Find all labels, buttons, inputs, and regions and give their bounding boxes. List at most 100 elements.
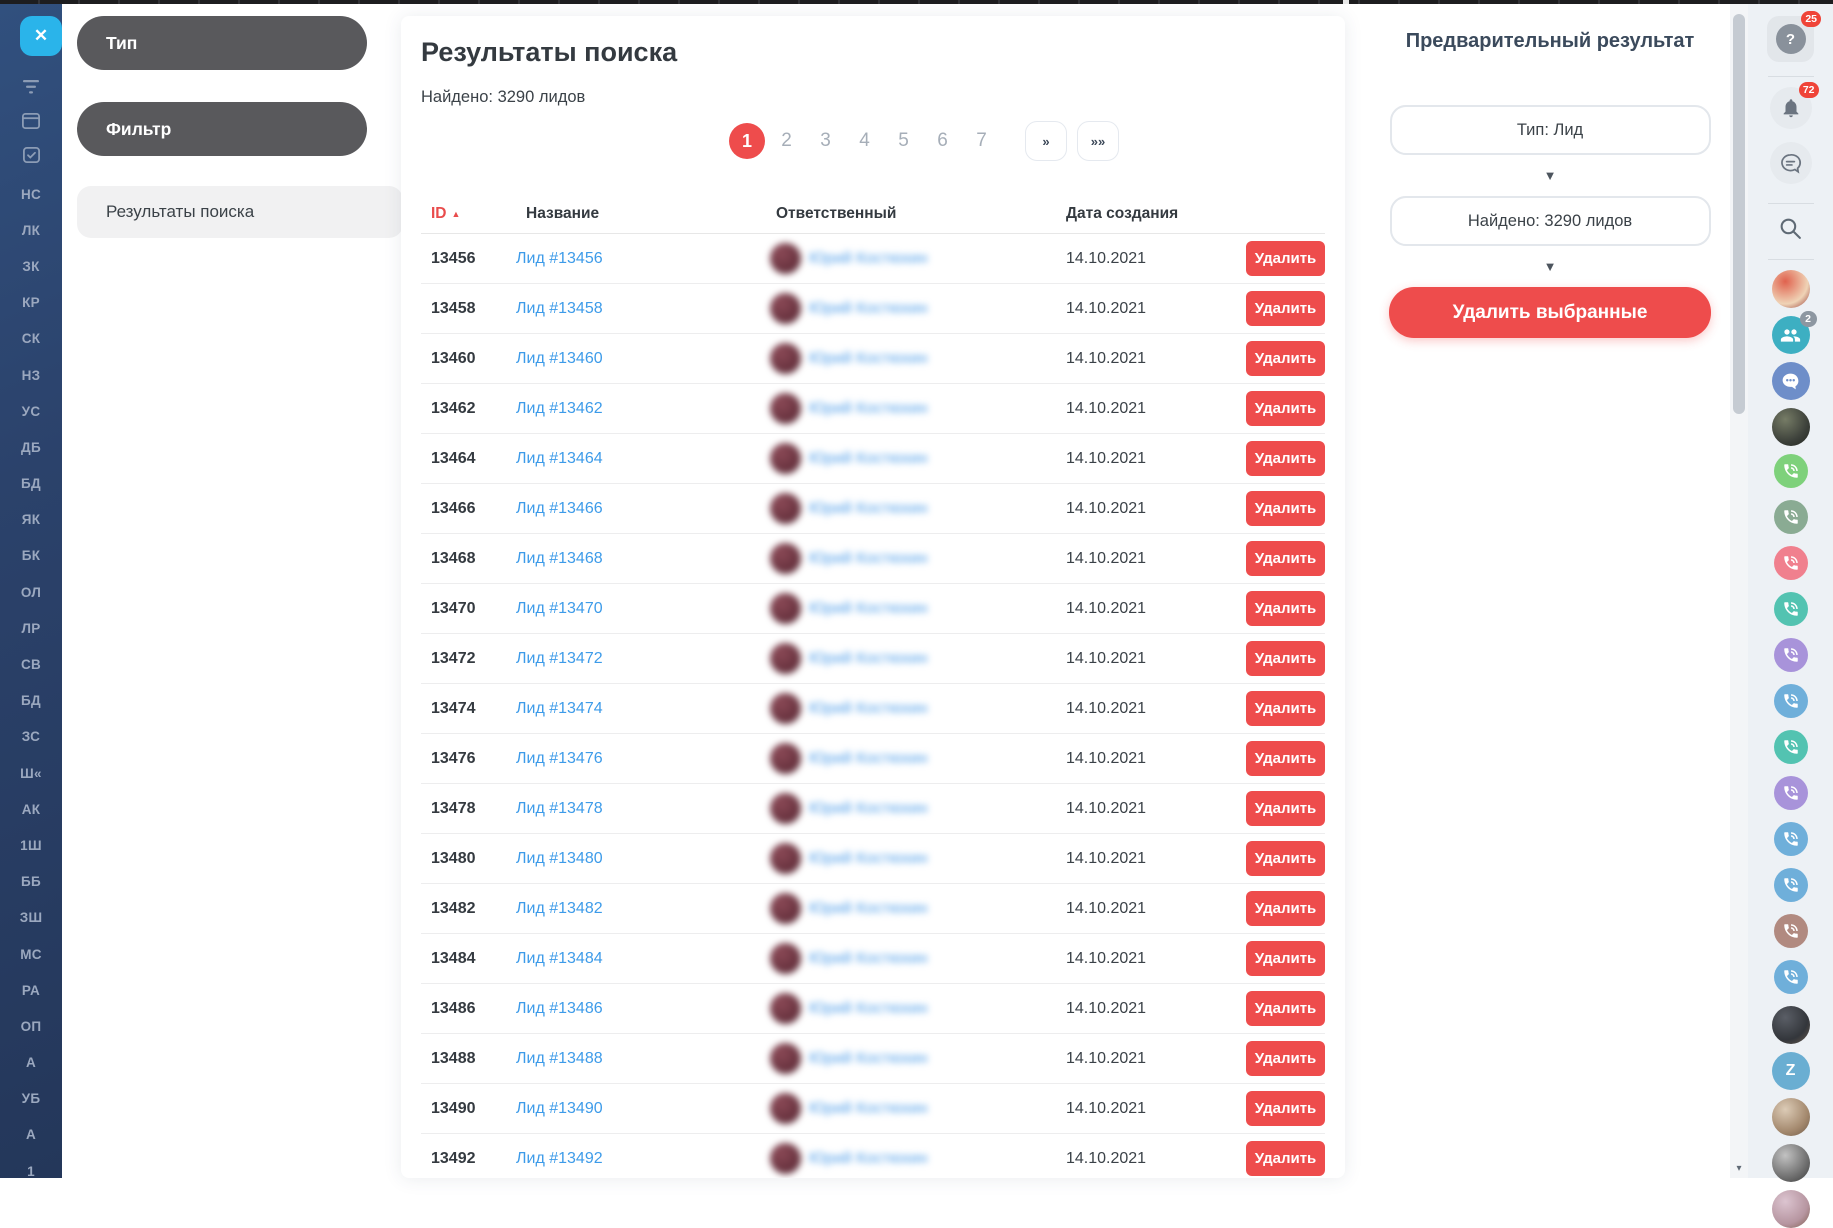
- sidebar-item-15[interactable]: БД: [21, 683, 41, 719]
- responsible-cell[interactable]: Юрий Костюхин: [766, 443, 1056, 474]
- task-check-icon[interactable]: [23, 146, 40, 163]
- delete-button[interactable]: Удалить: [1246, 291, 1325, 326]
- responsible-cell[interactable]: Юрий Костюхин: [766, 943, 1056, 974]
- lead-link[interactable]: Лид #13456: [516, 250, 766, 268]
- filter-icon[interactable]: [22, 78, 40, 95]
- delete-button[interactable]: Удалить: [1246, 941, 1325, 976]
- sidebar-item-18[interactable]: АК: [22, 791, 41, 827]
- avatar-letter-z[interactable]: Z: [1772, 1052, 1810, 1090]
- sidebar-item-12[interactable]: ОЛ: [21, 574, 41, 610]
- responsible-cell[interactable]: Юрий Костюхин: [766, 293, 1056, 324]
- responsible-cell[interactable]: Юрий Костюхин: [766, 543, 1056, 574]
- responsible-cell[interactable]: Юрий Костюхин: [766, 1093, 1056, 1124]
- close-button[interactable]: ✕: [20, 16, 62, 56]
- sidebar-item-11[interactable]: БК: [22, 538, 41, 574]
- lead-link[interactable]: Лид #13490: [516, 1100, 766, 1118]
- page-7[interactable]: 7: [962, 130, 1001, 152]
- call-item-3[interactable]: [1774, 546, 1808, 580]
- page-1[interactable]: 1: [729, 123, 765, 159]
- lead-link[interactable]: Лид #13470: [516, 600, 766, 618]
- responsible-cell[interactable]: Юрий Костюхин: [766, 593, 1056, 624]
- responsible-cell[interactable]: Юрий Костюхин: [766, 1143, 1056, 1174]
- lead-link[interactable]: Лид #13462: [516, 400, 766, 418]
- pagination-next-button[interactable]: »: [1025, 121, 1067, 161]
- responsible-cell[interactable]: Юрий Костюхин: [766, 993, 1056, 1024]
- responsible-cell[interactable]: Юрий Костюхин: [766, 843, 1056, 874]
- avatar-photo-2[interactable]: [1772, 408, 1810, 446]
- lead-link[interactable]: Лид #13488: [516, 1050, 766, 1068]
- call-item-8[interactable]: [1774, 776, 1808, 810]
- call-item-9[interactable]: [1774, 822, 1808, 856]
- responsible-cell[interactable]: Юрий Костюхин: [766, 893, 1056, 924]
- delete-button[interactable]: Удалить: [1246, 441, 1325, 476]
- delete-button[interactable]: Удалить: [1246, 541, 1325, 576]
- lead-link[interactable]: Лид #13480: [516, 850, 766, 868]
- sidebar-item-2[interactable]: ЛК: [22, 212, 40, 248]
- lead-link[interactable]: Лид #13486: [516, 1000, 766, 1018]
- responsible-cell[interactable]: Юрий Костюхин: [766, 643, 1056, 674]
- lead-link[interactable]: Лид #13466: [516, 500, 766, 518]
- responsible-cell[interactable]: Юрий Костюхин: [766, 343, 1056, 374]
- page-5[interactable]: 5: [884, 130, 923, 152]
- page-3[interactable]: 3: [806, 130, 845, 152]
- scrollbar-down-arrow[interactable]: ▾: [1730, 1163, 1748, 1174]
- avatar-photo-5[interactable]: [1772, 1144, 1810, 1182]
- avatar-photo-6[interactable]: [1772, 1190, 1810, 1228]
- call-item-6[interactable]: [1774, 684, 1808, 718]
- card-icon[interactable]: [22, 112, 40, 129]
- call-item-10[interactable]: [1774, 868, 1808, 902]
- call-item-5[interactable]: [1774, 638, 1808, 672]
- sidebar-item-23[interactable]: РА: [22, 972, 40, 1008]
- delete-button[interactable]: Удалить: [1246, 841, 1325, 876]
- column-header-name[interactable]: Название: [516, 205, 766, 223]
- sidebar-item-1[interactable]: НС: [21, 176, 41, 212]
- page-2[interactable]: 2: [767, 130, 806, 152]
- delete-button[interactable]: Удалить: [1246, 491, 1325, 526]
- delete-selected-button[interactable]: Удалить выбранные: [1389, 287, 1711, 338]
- delete-button[interactable]: Удалить: [1246, 591, 1325, 626]
- delete-button[interactable]: Удалить: [1246, 791, 1325, 826]
- menu-item-search-results[interactable]: Результаты поиска: [77, 186, 403, 238]
- responsible-cell[interactable]: Юрий Костюхин: [766, 743, 1056, 774]
- sidebar-item-6[interactable]: НЗ: [22, 357, 41, 393]
- responsible-cell[interactable]: Юрий Костюхин: [766, 793, 1056, 824]
- delete-button[interactable]: Удалить: [1246, 241, 1325, 276]
- notifications-button[interactable]: 72: [1770, 87, 1812, 129]
- sidebar-item-21[interactable]: ЗШ: [20, 900, 43, 936]
- call-item-4[interactable]: [1774, 592, 1808, 626]
- contacts-button[interactable]: 2: [1772, 316, 1810, 354]
- sidebar-item-8[interactable]: ДБ: [21, 429, 41, 465]
- page-scrollbar[interactable]: ▾: [1730, 4, 1748, 1178]
- call-item-7[interactable]: [1774, 730, 1808, 764]
- call-item-12[interactable]: [1774, 960, 1808, 994]
- sidebar-item-5[interactable]: СК: [22, 321, 41, 357]
- responsible-cell[interactable]: Юрий Костюхин: [766, 1043, 1056, 1074]
- help-button[interactable]: ?25: [1767, 16, 1814, 62]
- sidebar-item-27[interactable]: А: [26, 1117, 36, 1153]
- lead-link[interactable]: Лид #13484: [516, 950, 766, 968]
- lead-link[interactable]: Лид #13482: [516, 900, 766, 918]
- responsible-cell[interactable]: Юрий Костюхин: [766, 693, 1056, 724]
- delete-button[interactable]: Удалить: [1246, 691, 1325, 726]
- pagination-last-button[interactable]: »»: [1077, 121, 1119, 161]
- lead-link[interactable]: Лид #13478: [516, 800, 766, 818]
- call-item-11[interactable]: [1774, 914, 1808, 948]
- sidebar-item-16[interactable]: ЗС: [22, 719, 40, 755]
- column-header-id[interactable]: ID ▲: [421, 205, 516, 223]
- delete-button[interactable]: Удалить: [1246, 891, 1325, 926]
- call-item-1[interactable]: [1774, 454, 1808, 488]
- type-button[interactable]: Тип: [77, 16, 367, 70]
- avatar-photo-3[interactable]: [1772, 1006, 1810, 1044]
- lead-link[interactable]: Лид #13458: [516, 300, 766, 318]
- lead-link[interactable]: Лид #13468: [516, 550, 766, 568]
- lead-link[interactable]: Лид #13492: [516, 1150, 766, 1168]
- call-item-2[interactable]: [1774, 500, 1808, 534]
- page-4[interactable]: 4: [845, 130, 884, 152]
- responsible-cell[interactable]: Юрий Костюхин: [766, 493, 1056, 524]
- sidebar-item-19[interactable]: 1Ш: [20, 827, 42, 863]
- sidebar-item-28[interactable]: 1: [27, 1153, 35, 1189]
- sidebar-item-20[interactable]: ББ: [21, 864, 41, 900]
- avatar-photo-1[interactable]: [1772, 270, 1810, 308]
- lead-link[interactable]: Лид #13472: [516, 650, 766, 668]
- responsible-cell[interactable]: Юрий Костюхин: [766, 243, 1056, 274]
